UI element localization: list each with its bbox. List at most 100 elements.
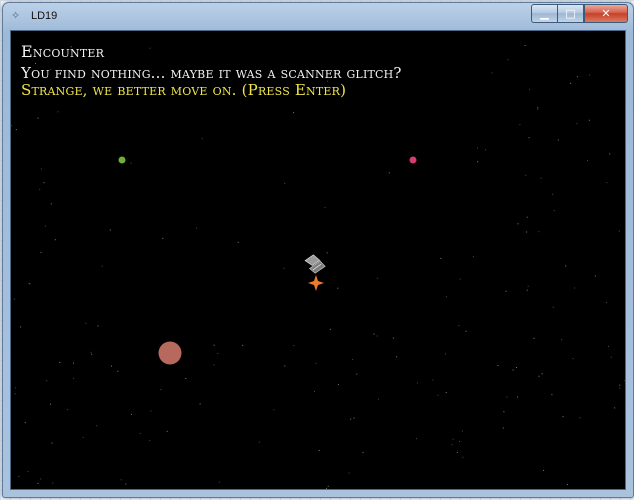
star (491, 72, 493, 74)
star (624, 380, 625, 381)
star (551, 394, 553, 396)
star (52, 482, 54, 484)
star (97, 325, 99, 327)
star (462, 456, 464, 458)
star (353, 417, 355, 419)
star (477, 161, 479, 163)
star (552, 306, 554, 308)
star (201, 138, 203, 140)
star (505, 290, 507, 292)
planet-brown[interactable] (158, 341, 182, 365)
star (461, 430, 463, 432)
star (59, 362, 61, 363)
star (376, 277, 378, 279)
star (594, 275, 596, 277)
star (610, 356, 612, 358)
star (327, 485, 329, 487)
star (125, 483, 127, 485)
star (44, 225, 46, 227)
star (314, 390, 315, 392)
maximize-icon: □ (565, 7, 576, 20)
star (82, 436, 84, 438)
star (120, 479, 122, 481)
window-title: LD19 (31, 10, 58, 22)
star (485, 149, 486, 151)
planet-green[interactable] (118, 156, 126, 164)
star (516, 367, 517, 368)
minimize-button[interactable]: ▁ (531, 4, 557, 23)
star (196, 227, 198, 229)
star (377, 398, 379, 400)
star (526, 231, 528, 233)
planet-pink[interactable] (409, 156, 417, 164)
star (54, 239, 56, 241)
star (139, 432, 141, 434)
star (149, 440, 151, 442)
star (566, 484, 568, 486)
star (445, 296, 447, 298)
thruster-flare (308, 275, 324, 291)
star (459, 278, 461, 280)
star (27, 470, 29, 472)
star (373, 333, 375, 335)
star (388, 172, 390, 174)
star (162, 237, 164, 239)
star (46, 380, 48, 382)
star (273, 409, 275, 411)
star (96, 425, 98, 427)
star (432, 379, 434, 381)
star (40, 168, 42, 170)
star (150, 410, 152, 412)
star (437, 394, 439, 396)
close-button[interactable]: ✕ (584, 4, 628, 23)
star (506, 396, 508, 398)
star (293, 112, 295, 114)
star (476, 147, 478, 149)
star (451, 444, 453, 446)
close-icon: ✕ (601, 7, 611, 20)
star (507, 59, 509, 61)
star (525, 174, 527, 176)
star (472, 256, 474, 258)
star (609, 153, 611, 155)
title-bar[interactable]: ✧ LD19 ▁ □ ✕ (3, 3, 633, 29)
star (497, 365, 499, 366)
star (329, 328, 331, 330)
star (517, 396, 519, 398)
star (396, 356, 398, 358)
star (318, 450, 320, 451)
star (50, 403, 51, 405)
star (589, 74, 591, 76)
caption-buttons: ▁ □ ✕ (531, 4, 628, 23)
dialog-message: You find nothing... maybe it was a scann… (21, 64, 402, 82)
star (37, 482, 39, 484)
player-ship-icon[interactable] (304, 253, 326, 291)
star (619, 384, 621, 386)
star (512, 369, 514, 371)
game-canvas[interactable]: Encounter You find nothing... maybe it w… (10, 30, 626, 490)
game-window-icon: ✧ (11, 9, 21, 22)
star (130, 162, 132, 164)
star (465, 330, 467, 332)
star (356, 373, 358, 375)
star (242, 344, 244, 346)
star (587, 159, 588, 161)
star (538, 231, 540, 233)
star (362, 451, 364, 453)
star (565, 265, 567, 267)
maximize-button[interactable]: □ (557, 4, 584, 23)
star (40, 478, 42, 480)
star (458, 325, 460, 326)
star (66, 409, 68, 411)
star (562, 416, 564, 418)
star (337, 383, 339, 385)
dialog-prompt: Strange, we better move on. (Press Enter… (21, 81, 347, 99)
star (40, 251, 42, 253)
star (376, 335, 378, 337)
star (258, 441, 260, 443)
star (502, 427, 504, 429)
star (557, 139, 559, 141)
star (20, 326, 22, 328)
star (416, 382, 418, 384)
starfield (11, 45, 625, 489)
